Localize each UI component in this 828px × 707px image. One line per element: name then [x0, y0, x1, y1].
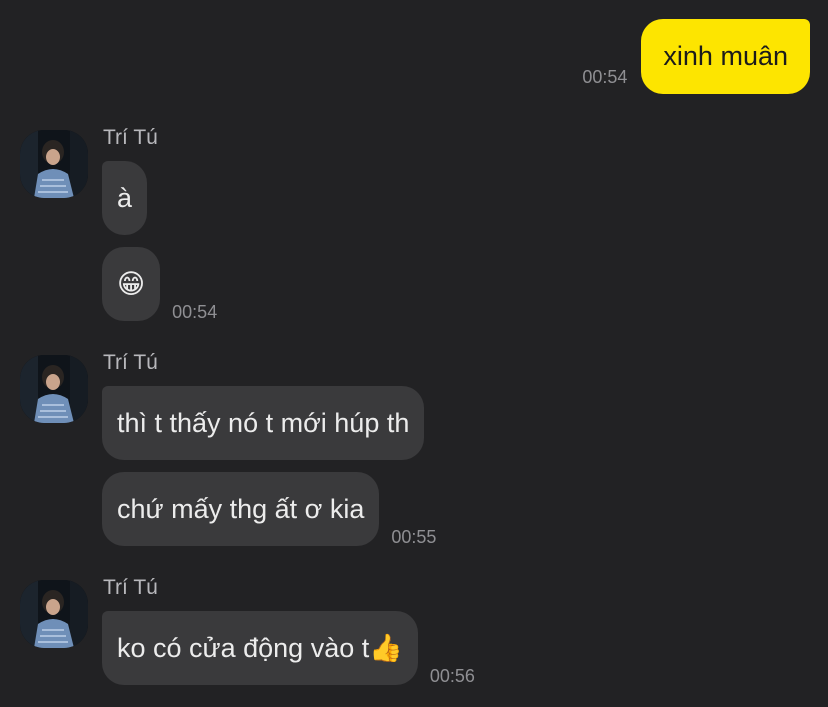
- avatar-icon: [20, 580, 88, 648]
- avatar-icon: [20, 355, 88, 423]
- message-timestamp: 00:55: [391, 527, 437, 547]
- incoming-message-row: ko có cửa động vào t👍 00:56: [102, 611, 475, 686]
- message-list: thì t thấy nó t mới húp th chứ mấy thg ấ…: [102, 386, 436, 558]
- message-list: ko có cửa động vào t👍 00:56: [102, 611, 475, 697]
- incoming-message-row: 😁 00:54: [102, 247, 218, 322]
- outgoing-message-row: 00:54 xinh muân: [582, 19, 810, 94]
- outgoing-message-bubble[interactable]: xinh muân: [641, 19, 810, 94]
- incoming-message-bubble[interactable]: ko có cửa động vào t👍: [102, 611, 418, 685]
- sender-name: Trí Tú: [103, 351, 158, 374]
- message-timestamp: 00:54: [582, 67, 628, 87]
- avatar[interactable]: [20, 130, 88, 198]
- chat-view: 00:54 xinh muân Trí Tú à 😁 00:54 Trí Tú …: [0, 0, 828, 707]
- incoming-message-bubble[interactable]: thì t thấy nó t mới húp th: [102, 386, 425, 460]
- incoming-message-row: thì t thấy nó t mới húp th: [102, 386, 436, 460]
- incoming-message-bubble[interactable]: chứ mấy thg ất ơ kia: [102, 472, 380, 546]
- incoming-message-row: à: [102, 161, 217, 235]
- incoming-message-bubble[interactable]: à: [102, 161, 148, 235]
- sender-name: Trí Tú: [103, 126, 158, 149]
- sender-name: Trí Tú: [103, 576, 158, 599]
- message-timestamp: 00:56: [429, 666, 475, 686]
- avatar[interactable]: [20, 355, 88, 423]
- avatar[interactable]: [20, 580, 88, 648]
- incoming-message-row: chứ mấy thg ất ơ kia 00:55: [102, 472, 437, 547]
- incoming-message-bubble[interactable]: 😁: [102, 247, 161, 321]
- message-timestamp: 00:54: [172, 302, 218, 322]
- message-list: à 😁 00:54: [102, 161, 217, 333]
- avatar-icon: [20, 130, 88, 198]
